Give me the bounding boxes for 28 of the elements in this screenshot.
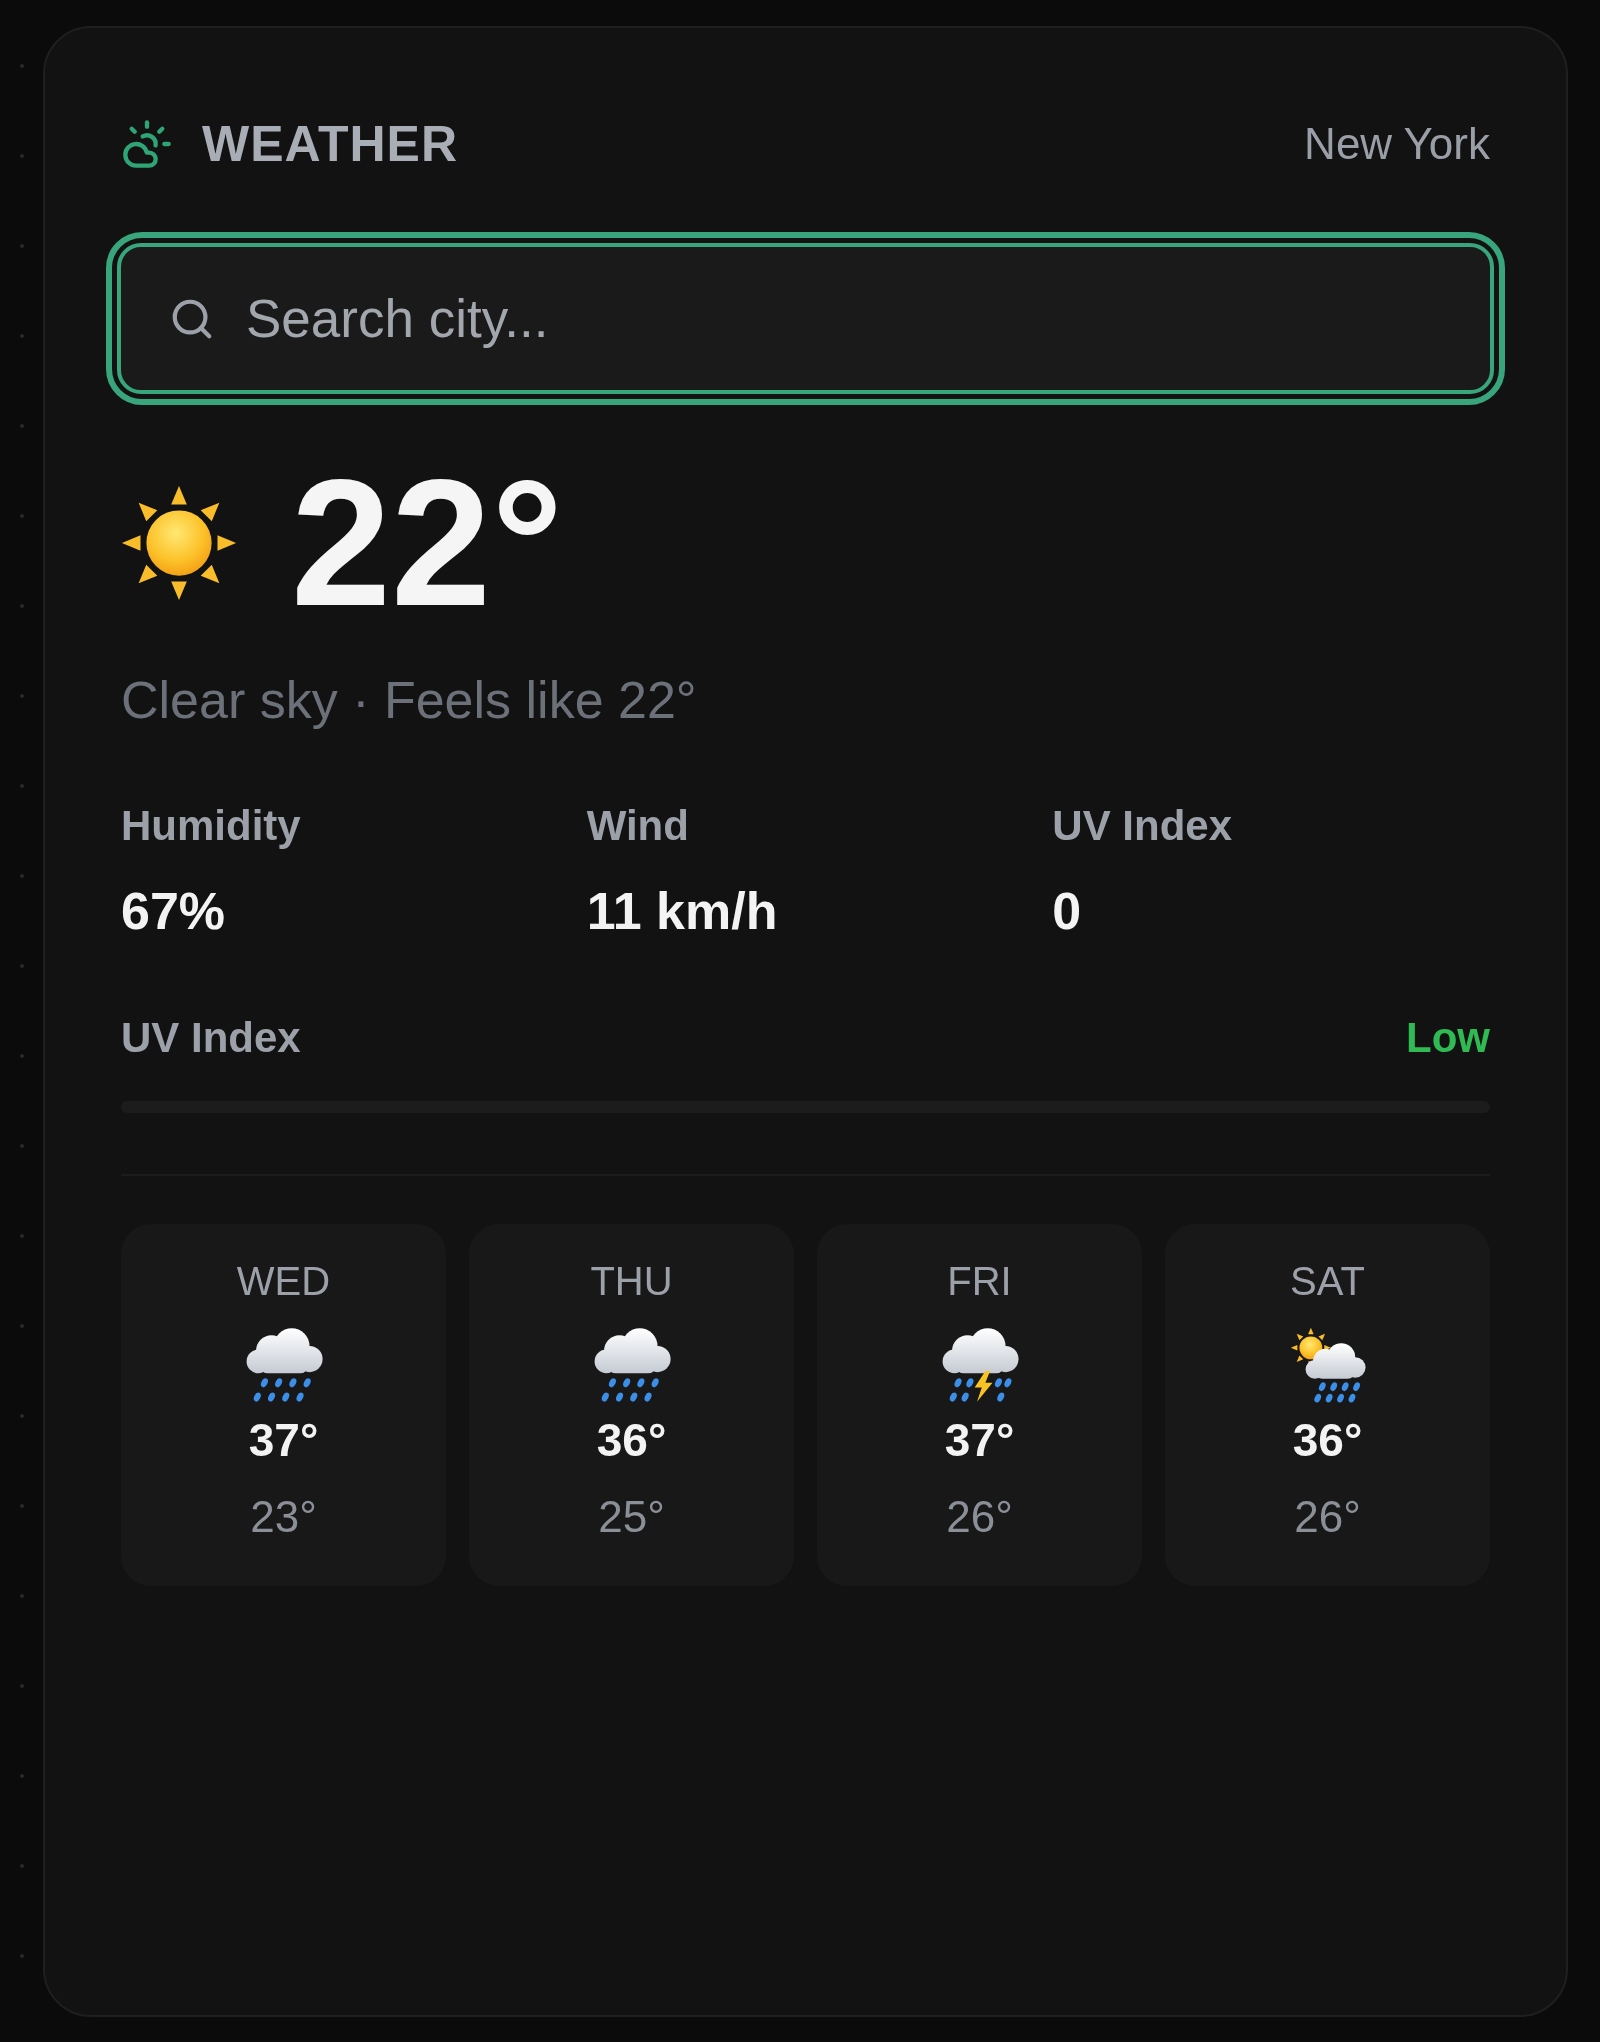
stat-value: 67% [121, 880, 226, 942]
day-label: FRI [947, 1257, 1012, 1305]
search-input[interactable]: Search city... [246, 278, 1460, 359]
stat-label: UV Index [1052, 801, 1233, 852]
stat-value: 11 km/h [586, 880, 778, 942]
high-temp: 37° [944, 1412, 1015, 1468]
day-label: THU [590, 1257, 673, 1305]
low-temp: 26° [946, 1490, 1013, 1543]
search-field[interactable]: Search city... [117, 243, 1494, 394]
low-temp: 26° [1294, 1490, 1361, 1543]
high-temp: 36° [596, 1412, 667, 1468]
high-temp: 37° [248, 1412, 319, 1468]
stat-label: Humidity [121, 801, 301, 852]
cloud-sun-icon [121, 118, 173, 170]
day-label: WED [236, 1257, 331, 1305]
weather-summary: Clear sky · Feels like 22° [121, 670, 697, 731]
stat-label: Wind [586, 801, 689, 852]
day-label: SAT [1290, 1257, 1365, 1305]
app-title: WEATHER [202, 119, 459, 169]
uv-rating: Low [1406, 1013, 1490, 1064]
uv-index-label: UV Index [121, 1013, 301, 1064]
high-temp: 36° [1292, 1412, 1363, 1468]
sun-icon [121, 485, 237, 601]
location-label: New York [1304, 122, 1490, 166]
low-temp: 25° [598, 1490, 665, 1543]
temperature: 22° [291, 453, 564, 633]
low-temp: 23° [250, 1490, 317, 1543]
stat-value: 0 [1052, 880, 1082, 942]
